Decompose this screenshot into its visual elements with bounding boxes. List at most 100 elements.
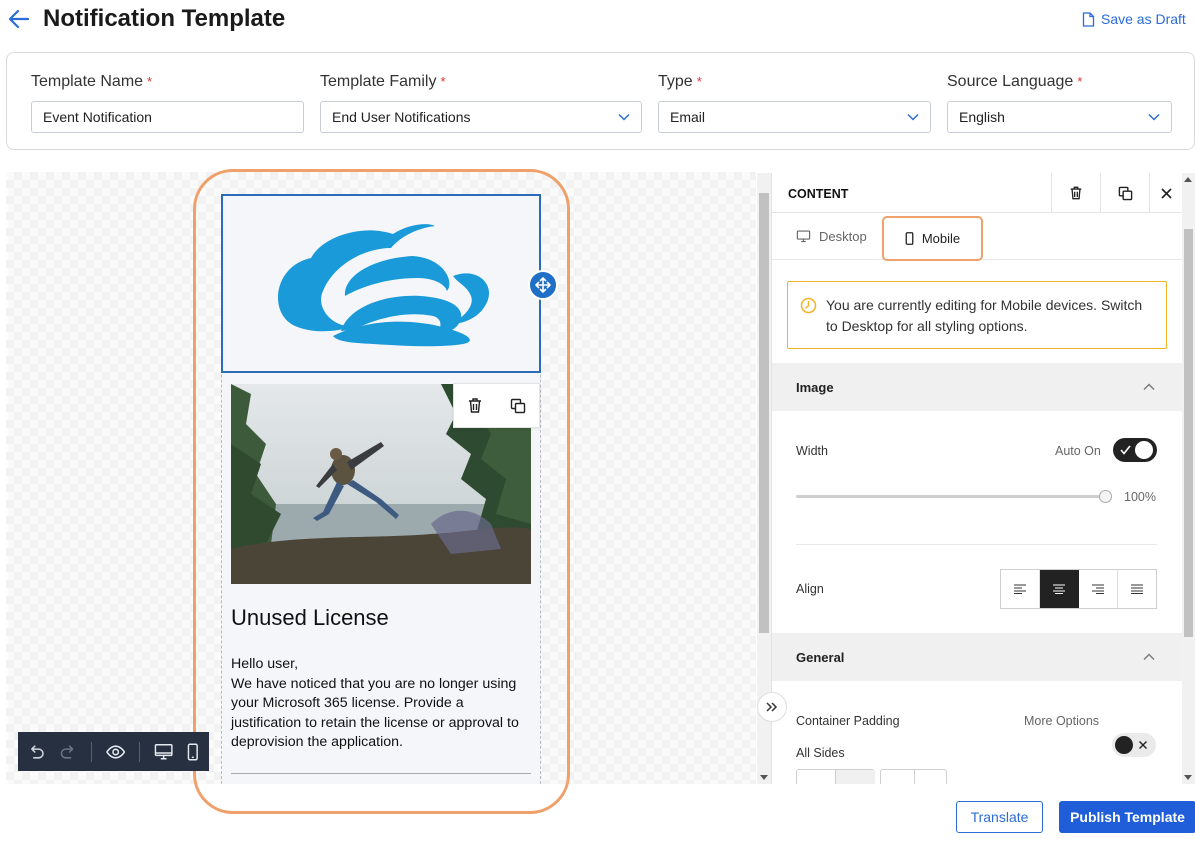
panel-header: CONTENT [772,173,1182,213]
template-name-label-text: Template Name [31,73,144,90]
logo-image-block[interactable] [221,194,541,373]
padding-value-input[interactable] [796,769,875,784]
close-panel-button[interactable] [1149,173,1182,213]
page-title: Notification Template [43,5,286,32]
source-language-select[interactable]: English [947,101,1172,133]
required-mark: * [147,74,153,89]
email-divider [231,773,531,774]
toggle-knob [1135,441,1153,459]
template-name-label: Template Name * [31,73,152,91]
device-tabs: Desktop Mobile [772,213,1182,261]
required-mark: * [1077,74,1083,89]
toolbar-separator [90,741,92,762]
email-heading: Unused License [231,605,389,630]
back-arrow-icon [8,9,30,29]
padding-stepper[interactable] [880,769,947,784]
align-justify-button[interactable] [1118,570,1156,608]
tab-desktop[interactable]: Desktop [796,229,867,244]
chevron-up-icon [1143,383,1155,390]
align-right-button[interactable] [1079,570,1118,608]
content-settings-panel: CONTENT Desktop Mobile You are currently… [771,173,1182,784]
clock-icon [800,297,817,314]
email-greeting: Hello user, [231,656,299,672]
source-language-label-text: Source Language [947,73,1074,90]
chevron-down-icon [618,113,630,121]
type-select[interactable]: Email [658,101,931,133]
align-right-icon [1091,584,1104,594]
align-left-button[interactable] [1001,570,1041,608]
type-value: Email [670,109,706,125]
template-family-value: End User Notifications [332,109,471,125]
notice-text: You are currently editing for Mobile dev… [826,297,1143,334]
toggle-knob [1115,736,1133,754]
translate-button[interactable]: Translate [956,801,1043,833]
all-sides-label: All Sides [796,746,845,760]
required-mark: * [696,74,702,89]
desktop-icon[interactable] [154,743,173,761]
more-options-toggle[interactable] [1112,733,1156,757]
panel-scrollbar[interactable] [1182,173,1195,784]
template-family-select[interactable]: End User Notifications [320,101,642,133]
email-message: We have noticed that you are no longer u… [231,675,519,751]
save-as-draft-link[interactable]: Save as Draft [1082,11,1186,27]
source-language-label: Source Language * [947,73,1082,91]
tab-mobile[interactable]: Mobile [882,216,983,261]
save-as-draft-label: Save as Draft [1101,11,1186,27]
mobile-icon[interactable] [187,743,199,761]
document-icon [1082,11,1095,27]
toolbar-separator [139,741,141,762]
align-justify-icon [1130,584,1143,594]
duplicate-block-button[interactable] [1100,173,1149,213]
double-chevron-right-icon [766,702,778,712]
type-label-text: Type [658,73,693,90]
redo-icon[interactable] [59,743,76,761]
align-center-button[interactable] [1040,570,1079,608]
canvas-toolbar [18,732,209,771]
width-label: Width [796,444,828,458]
close-icon [1161,187,1172,199]
undo-icon[interactable] [28,743,45,761]
brand-logo [277,224,490,347]
mobile-editing-notice: You are currently editing for Mobile dev… [787,281,1167,349]
width-value: 100% [1124,490,1156,504]
mobile-icon [905,232,914,245]
source-language-value: English [959,109,1005,125]
check-icon [1120,445,1131,455]
template-family-label: Template Family * [320,73,446,91]
email-body-text: Hello user, We have noticed that you are… [231,655,531,753]
template-name-input[interactable]: Event Notification [31,101,304,133]
expand-panel-button[interactable] [757,692,787,722]
template-name-value: Event Notification [43,109,152,125]
trash-icon[interactable] [467,397,483,414]
desktop-icon [796,230,811,243]
section-divider [796,544,1157,545]
auto-on-label: Auto On [1055,444,1101,458]
more-options-label: More Options [1024,714,1100,728]
image-section-title: Image [796,379,834,395]
type-label: Type * [658,73,702,91]
eye-icon[interactable] [105,744,126,760]
block-actions-toolbar [453,383,540,428]
template-family-label-text: Template Family [320,73,437,90]
tab-desktop-label: Desktop [819,229,867,244]
align-left-icon [1014,584,1027,594]
chevron-up-icon [1143,653,1155,660]
chevron-down-icon [907,113,919,121]
auto-width-toggle[interactable] [1113,438,1157,462]
close-icon [1139,741,1147,749]
duplicate-icon [1118,186,1132,200]
image-section-header[interactable]: Image [772,363,1182,411]
trash-icon [1070,186,1082,200]
width-slider[interactable] [796,490,1112,503]
required-mark: * [440,74,446,89]
back-button[interactable] [6,6,32,32]
tab-mobile-label: Mobile [921,231,961,246]
container-padding-label: Container Padding [796,714,900,728]
width-slider-thumb[interactable] [1099,490,1112,503]
publish-template-button[interactable]: Publish Template [1059,801,1195,833]
general-section-header[interactable]: General [772,633,1182,681]
move-handle[interactable] [528,270,558,300]
general-section-title: General [796,649,845,665]
duplicate-icon[interactable] [510,398,526,414]
delete-block-button[interactable] [1051,173,1100,213]
